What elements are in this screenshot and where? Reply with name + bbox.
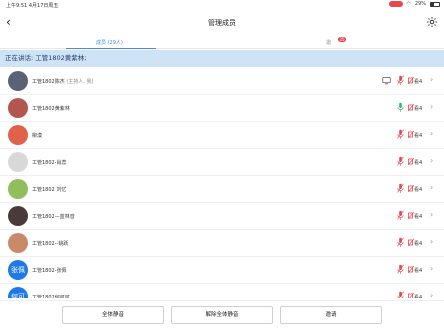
- status-bar: 上午9:51 4月17日周五 ◠ 29%: [0, 0, 444, 10]
- microphone-muted-icon[interactable]: [397, 183, 404, 194]
- avatar-initials: 何可: [11, 293, 25, 298]
- member-row[interactable]: 工管1802黄紫林 看4 ›: [0, 95, 444, 122]
- page-title: 管理成员: [208, 19, 236, 27]
- tab-bar: 成员 (29人) 邀 25: [0, 36, 444, 49]
- member-row[interactable]: 工管1802-肖蕊 看4 ›: [0, 149, 444, 176]
- view-label: 看4: [414, 214, 423, 220]
- speaking-banner: 正在讲话: 工管1802黄紫林;: [0, 50, 444, 67]
- member-name-text: 柳漠: [32, 133, 43, 139]
- battery-icon: [430, 1, 440, 7]
- member-name-text: 工管1802何可可: [32, 295, 70, 298]
- invite-count-badge: 25: [338, 37, 346, 42]
- microphone-muted-icon[interactable]: [397, 156, 404, 167]
- mute-all-button[interactable]: 全体静音: [62, 306, 164, 324]
- chevron-right-icon[interactable]: ›: [430, 156, 433, 165]
- member-row[interactable]: 工管1802--姚跃 看4 ›: [0, 230, 444, 257]
- avatar: 何可: [8, 287, 28, 298]
- view-label: 看4: [414, 106, 423, 112]
- member-name: 工管1802--姚跃: [32, 240, 68, 247]
- member-name: 工管1802黄紫林: [32, 105, 70, 112]
- bottom-action-bar: 全体静音 解除全体静音 邀请: [0, 300, 444, 332]
- invite-button[interactable]: 邀请: [280, 306, 382, 324]
- member-row[interactable]: 工管1802—蓝林音 看4 ›: [0, 203, 444, 230]
- microphone-muted-icon[interactable]: [397, 129, 404, 140]
- member-name-text: 工管1802-张佩: [32, 268, 67, 274]
- avatar-initials: 张佩: [11, 266, 25, 274]
- member-row[interactable]: 工管1802 刘忆 看4 ›: [0, 176, 444, 203]
- unmute-all-button[interactable]: 解除全体静音: [171, 306, 273, 324]
- member-list: 工管1802陈杰 (主持人, 我) 看4 › 工管1802黄紫林 看4 › 柳漠 看4 › 工管1…: [0, 68, 444, 298]
- tab-invite[interactable]: 邀: [326, 39, 331, 46]
- view-label: 看4: [414, 241, 423, 247]
- member-role-text: (主持人, 我): [66, 79, 94, 85]
- wifi-icon: ◠: [406, 1, 411, 7]
- view-label: 看4: [414, 295, 423, 298]
- member-row[interactable]: 柳漠 看4 ›: [0, 122, 444, 149]
- chevron-right-icon[interactable]: ›: [430, 75, 433, 84]
- member-row[interactable]: 工管1802陈杰 (主持人, 我) 看4 ›: [0, 68, 444, 95]
- screen-share-icon[interactable]: [382, 76, 391, 85]
- member-name-text: 工管1802--姚跃: [32, 241, 69, 247]
- status-right: ◠ 29%: [388, 1, 440, 7]
- view-label: 看4: [414, 160, 423, 166]
- tab-members[interactable]: 成员 (29人): [96, 39, 123, 46]
- recording-indicator-icon: [388, 1, 403, 7]
- avatar: [8, 71, 28, 91]
- chevron-right-icon[interactable]: ›: [430, 291, 433, 298]
- member-name-text: 工管1802-肖蕊: [32, 160, 67, 166]
- microphone-muted-icon[interactable]: [397, 291, 404, 298]
- member-name: 工管1802-张佩: [32, 267, 67, 274]
- chevron-right-icon[interactable]: ›: [430, 237, 433, 246]
- avatar: [8, 179, 28, 199]
- chevron-right-icon[interactable]: ›: [430, 102, 433, 111]
- member-name-text: 工管1802黄紫林: [32, 106, 70, 112]
- avatar: [8, 98, 28, 118]
- member-name: 柳漠: [32, 132, 42, 139]
- member-name: 工管1802何可可: [32, 294, 70, 298]
- view-label: 看4: [414, 79, 423, 85]
- avatar: [8, 233, 28, 253]
- member-name: 工管1802-肖蕊: [32, 159, 67, 166]
- member-name-text: 工管1802—蓝林音: [32, 214, 75, 220]
- avatar: [8, 206, 28, 226]
- chevron-right-icon[interactable]: ›: [430, 264, 433, 273]
- microphone-muted-icon[interactable]: [397, 237, 404, 248]
- microphone-muted-icon[interactable]: [397, 264, 404, 275]
- member-name: 工管1802—蓝林音: [32, 213, 75, 220]
- chevron-right-icon[interactable]: ›: [430, 129, 433, 138]
- status-time: 上午9:51 4月17日周五: [6, 3, 59, 9]
- chevron-right-icon[interactable]: ›: [430, 210, 433, 219]
- member-row[interactable]: 张佩 工管1802-张佩 看4 ›: [0, 257, 444, 284]
- view-label: 看4: [414, 133, 423, 139]
- member-name-text: 工管1802 刘忆: [32, 187, 67, 193]
- battery-percent: 29%: [414, 1, 426, 7]
- member-row[interactable]: 何可 工管1802何可可 看4 ›: [0, 284, 444, 298]
- view-label: 看4: [414, 268, 423, 274]
- avatar: [8, 125, 28, 145]
- avatar: 张佩: [8, 260, 28, 280]
- chevron-right-icon[interactable]: ›: [430, 183, 433, 192]
- avatar: [8, 152, 28, 172]
- view-label: 看4: [414, 187, 423, 193]
- microphone-muted-icon[interactable]: [397, 210, 404, 221]
- microphone-on-icon[interactable]: [397, 102, 404, 113]
- gear-icon[interactable]: [426, 16, 438, 28]
- nav-bar: ‹ 管理成员: [0, 12, 444, 34]
- microphone-muted-icon[interactable]: [397, 75, 404, 86]
- member-name-text: 工管1802陈杰: [32, 79, 65, 85]
- member-name: 工管1802陈杰 (主持人, 我): [32, 78, 93, 85]
- tab-active-indicator: [66, 48, 156, 49]
- member-name: 工管1802 刘忆: [32, 186, 66, 193]
